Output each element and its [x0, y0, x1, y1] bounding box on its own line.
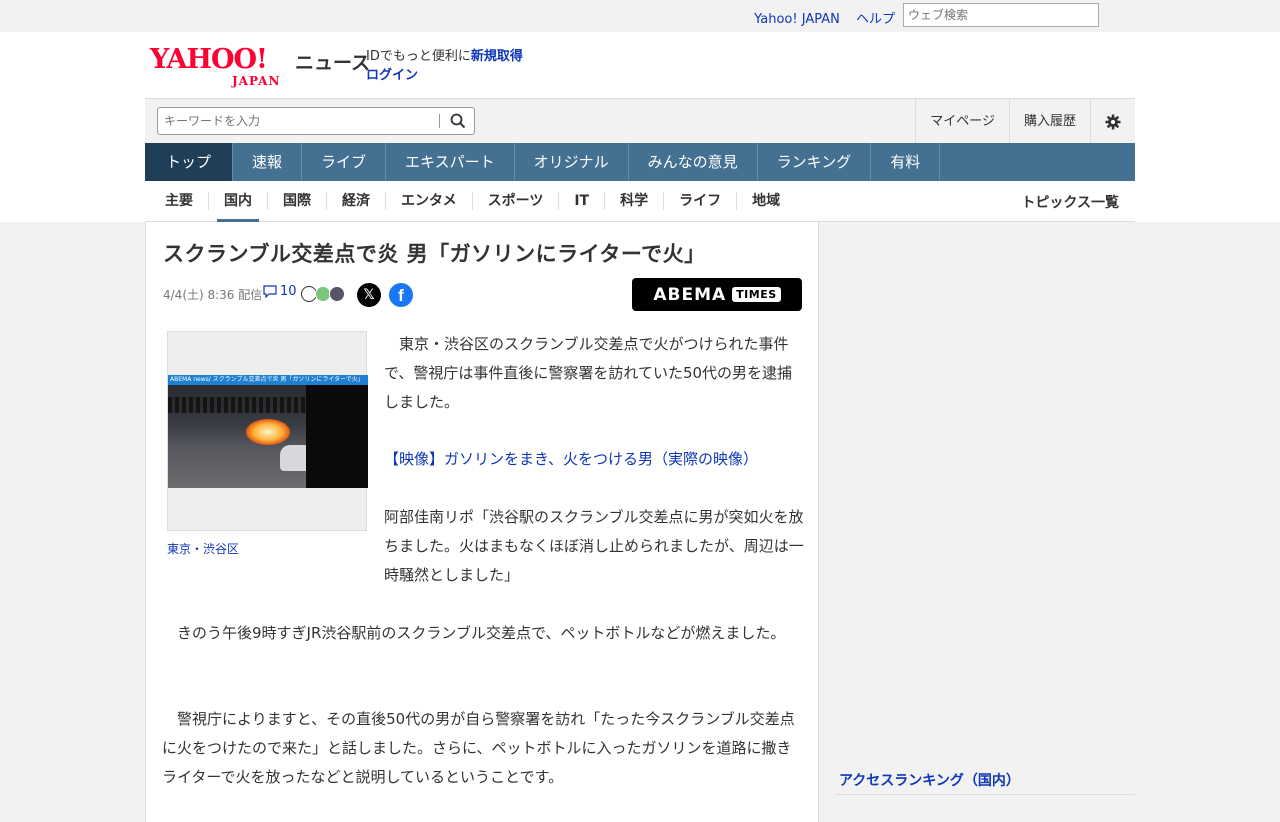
category-economy[interactable]: 経済 [326, 192, 385, 210]
news-video-still: ABEMA news/ スクランブル交差点で炎 男「ガソリンにライターで火」 [168, 375, 368, 488]
main-nav: トップ 速報 ライブ エキスパート オリジナル みんなの意見 ランキング 有料 [145, 143, 1135, 181]
publisher-logo-main: ABEMA [653, 284, 727, 305]
signup-link[interactable]: 新規取得 [471, 49, 523, 64]
logo-japan-text: JAPAN [232, 74, 281, 88]
photo-caption[interactable]: 東京・渋谷区 [167, 540, 239, 557]
article-date: 4/4(土) 8:36 配信 [163, 288, 263, 302]
access-ranking-heading[interactable]: アクセスランキング（国内） [839, 770, 1020, 790]
ranking-divider [835, 794, 1135, 795]
category-nav: 主要 国内 国際 経済 エンタメ スポーツ IT 科学 ライフ 地域 トピックス… [145, 181, 1135, 222]
logo-news-text: ニュース [295, 52, 371, 74]
nav-ranking[interactable]: ランキング [758, 143, 872, 181]
search-row: マイページ 購入履歴 [145, 98, 1135, 144]
comment-icon [263, 285, 277, 298]
category-entertainment[interactable]: エンタメ [385, 192, 472, 210]
nav-breaking[interactable]: 速報 [233, 143, 303, 181]
photo-banner: ABEMA news/ スクランブル交差点で炎 男「ガソリンにライターで火」 [168, 375, 368, 385]
x-share-button[interactable]: 𝕏 [357, 283, 381, 307]
keyword-search-input[interactable] [162, 108, 438, 134]
category-life[interactable]: ライフ [663, 192, 736, 210]
settings-button[interactable] [1090, 99, 1135, 144]
category-main[interactable]: 主要 [150, 192, 208, 210]
paragraph-2: 阿部佳南リポ「渋谷駅のスクランブル交差点に男が突如火を放ちました。火はまもなくほ… [384, 508, 804, 584]
publisher-logo[interactable]: ABEMA TIMES [632, 278, 802, 311]
search-icon[interactable] [450, 113, 466, 129]
web-search-input[interactable] [903, 3, 1099, 27]
side-panel [306, 385, 368, 488]
id-prompt-text: IDでもっと便利に [366, 49, 471, 64]
comment-count: 10 [280, 284, 297, 299]
article: スクランブル交差点で炎 男「ガソリンにライターで火」 4/4(土) 8:36 配… [145, 222, 819, 822]
purchase-history-link[interactable]: 購入履歴 [1008, 99, 1090, 144]
paragraph-4: 警視庁によりますと、その直後50代の男が自ら警察署を訪れ「たった今スクランブル交… [162, 710, 795, 786]
category-local[interactable]: 地域 [736, 192, 795, 210]
facebook-icon: f [398, 286, 404, 305]
crowd-silhouette [168, 397, 306, 413]
category-it[interactable]: IT [558, 192, 604, 210]
comment-count-link[interactable]: 10 [263, 284, 297, 299]
category-domestic[interactable]: 国内 [208, 192, 267, 222]
category-world[interactable]: 国際 [267, 192, 326, 210]
yahoo-japan-link[interactable]: Yahoo! JAPAN [754, 12, 840, 27]
mypage-link[interactable]: マイページ [915, 99, 1009, 144]
nav-top[interactable]: トップ [145, 143, 234, 181]
nav-live[interactable]: ライブ [302, 143, 387, 181]
x-icon: 𝕏 [363, 287, 375, 303]
gear-icon [1105, 113, 1121, 130]
article-photo[interactable]: ABEMA news/ スクランブル交差点で炎 男「ガソリンにライターで火」 [167, 331, 368, 531]
category-science[interactable]: 科学 [604, 192, 663, 210]
nav-expert[interactable]: エキスパート [386, 143, 515, 181]
facebook-share-button[interactable]: f [389, 283, 413, 307]
avatar [329, 286, 345, 302]
fire-flame [246, 419, 290, 445]
nav-original[interactable]: オリジナル [515, 143, 629, 181]
login-link[interactable]: ログイン [366, 68, 418, 83]
search-divider [439, 114, 440, 128]
topics-list-link[interactable]: トピックス一覧 [1021, 192, 1119, 212]
publisher-logo-sub: TIMES [732, 287, 781, 302]
help-link[interactable]: ヘルプ [856, 12, 895, 27]
paragraph-1: 東京・渋谷区のスクランブル交差点で火がつけられた事件で、警視庁は事件直後に警察署… [384, 335, 793, 411]
video-link[interactable]: 【映像】ガソリンをまき、火をつける男（実際の映像） [384, 445, 804, 474]
category-sports[interactable]: スポーツ [471, 192, 559, 210]
article-title: スクランブル交差点で炎 男「ガソリンにライターで火」 [163, 242, 706, 266]
nav-paid[interactable]: 有料 [871, 143, 941, 181]
yahoo-news-logo[interactable]: YAHOO! JAPAN ニュース [150, 44, 370, 89]
paragraph-3: きのう午後9時すぎJR渋谷駅前のスクランブル交差点で、ペットボトルなどが燃えまし… [177, 624, 786, 642]
nav-opinions[interactable]: みんなの意見 [629, 143, 758, 181]
utility-bar: Yahoo! JAPAN ヘルプ [145, 0, 1135, 32]
site-header: YAHOO! JAPAN ニュース IDでもっと便利に新規取得 ログイン [145, 32, 1135, 98]
commenter-avatars [301, 286, 345, 302]
keyword-search-box [157, 107, 475, 135]
logo-yahoo-text: YAHOO! [150, 44, 268, 75]
id-promo: IDでもっと便利に新規取得 ログイン [366, 47, 523, 85]
